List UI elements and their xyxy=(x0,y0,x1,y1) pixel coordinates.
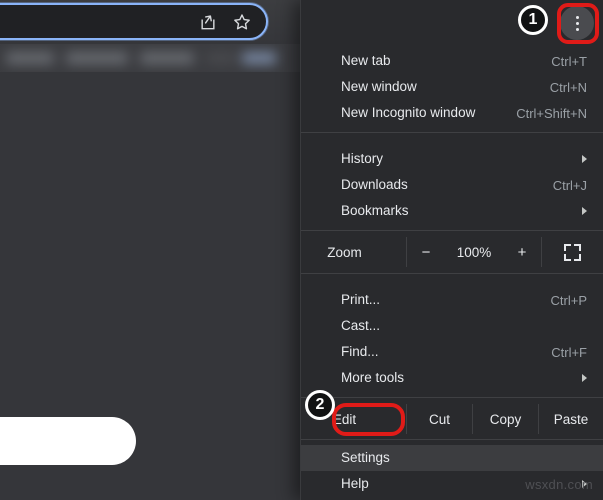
step-badge-2: 2 xyxy=(305,390,335,420)
zoom-label: Zoom xyxy=(327,244,362,260)
menu-item-label: Bookmarks xyxy=(341,203,409,219)
menu-spacer xyxy=(301,139,603,146)
menu-spacer xyxy=(301,280,603,287)
menu-row-zoom: Zoom − 100% + xyxy=(301,237,603,267)
menu-separator xyxy=(301,230,603,231)
menu-dot xyxy=(575,21,579,25)
menu-item-label: Print... xyxy=(341,292,381,308)
menu-item-label: New window xyxy=(341,79,417,95)
menu-item-label: Settings xyxy=(341,450,390,466)
menu-dot xyxy=(575,27,579,31)
menu-item-new-window[interactable]: New window Ctrl+N xyxy=(301,74,603,100)
menu-item-label: More tools xyxy=(341,370,405,386)
cut-button[interactable]: Cut xyxy=(406,404,472,434)
menu-item-label: History xyxy=(341,151,384,167)
copy-button[interactable]: Copy xyxy=(472,404,538,434)
zoom-controls: − 100% + xyxy=(406,237,541,267)
menu-item-label: New Incognito window xyxy=(341,105,476,121)
menu-item-find[interactable]: Find... Ctrl+F xyxy=(301,339,603,365)
google-search-box[interactable] xyxy=(0,417,136,465)
menu-item-label: Find... xyxy=(341,344,379,360)
menu-separator xyxy=(301,273,603,274)
fullscreen-button[interactable] xyxy=(541,237,603,267)
star-icon[interactable] xyxy=(232,12,252,32)
menu-item-new-incognito-window[interactable]: New Incognito window Ctrl+Shift+N xyxy=(301,100,603,126)
menu-separator xyxy=(301,397,603,398)
menu-item-label: Downloads xyxy=(341,177,408,193)
menu-item-bookmarks[interactable]: Bookmarks xyxy=(301,198,603,224)
zoom-out-button[interactable]: − xyxy=(407,244,445,261)
menu-item-history[interactable]: History xyxy=(301,146,603,172)
fullscreen-icon xyxy=(564,243,581,261)
zoom-in-button[interactable]: + xyxy=(503,244,541,261)
menu-item-shortcut: Ctrl+P xyxy=(550,292,587,308)
chevron-right-icon xyxy=(582,207,587,215)
chrome-menu-button[interactable] xyxy=(560,6,594,40)
menu-item-print[interactable]: Print... Ctrl+P xyxy=(301,287,603,313)
menu-item-shortcut: Ctrl+Shift+N xyxy=(516,105,587,121)
menu-item-shortcut: Ctrl+F xyxy=(551,344,587,360)
menu-item-settings[interactable]: Settings xyxy=(301,445,603,471)
address-bar[interactable] xyxy=(0,3,268,40)
chevron-right-icon xyxy=(582,155,587,163)
menu-item-label: Cast... xyxy=(341,318,381,334)
menu-item-downloads[interactable]: Downloads Ctrl+J xyxy=(301,172,603,198)
step-badge-1: 1 xyxy=(518,5,548,35)
menu-item-new-tab[interactable]: New tab Ctrl+T xyxy=(301,48,603,74)
menu-item-more-tools[interactable]: More tools xyxy=(301,365,603,391)
menu-row-edit: Edit Cut Copy Paste xyxy=(301,404,603,434)
watermark: wsxdn.com xyxy=(525,477,593,492)
chevron-right-icon xyxy=(582,374,587,382)
menu-item-shortcut: Ctrl+N xyxy=(549,79,587,95)
zoom-level-value: 100% xyxy=(456,244,492,260)
chrome-main-menu: New tab Ctrl+T New window Ctrl+N New Inc… xyxy=(300,0,603,500)
menu-separator xyxy=(301,439,603,440)
menu-item-label: New tab xyxy=(341,53,391,69)
menu-item-shortcut: Ctrl+T xyxy=(551,53,587,69)
menu-item-label: Help xyxy=(341,476,369,492)
share-icon[interactable] xyxy=(198,12,218,32)
menu-item-shortcut: Ctrl+J xyxy=(552,177,587,193)
menu-top-spacer xyxy=(301,0,603,48)
menu-item-cast[interactable]: Cast... xyxy=(301,313,603,339)
menu-separator xyxy=(301,132,603,133)
paste-button[interactable]: Paste xyxy=(538,404,603,434)
menu-dot xyxy=(575,15,579,19)
